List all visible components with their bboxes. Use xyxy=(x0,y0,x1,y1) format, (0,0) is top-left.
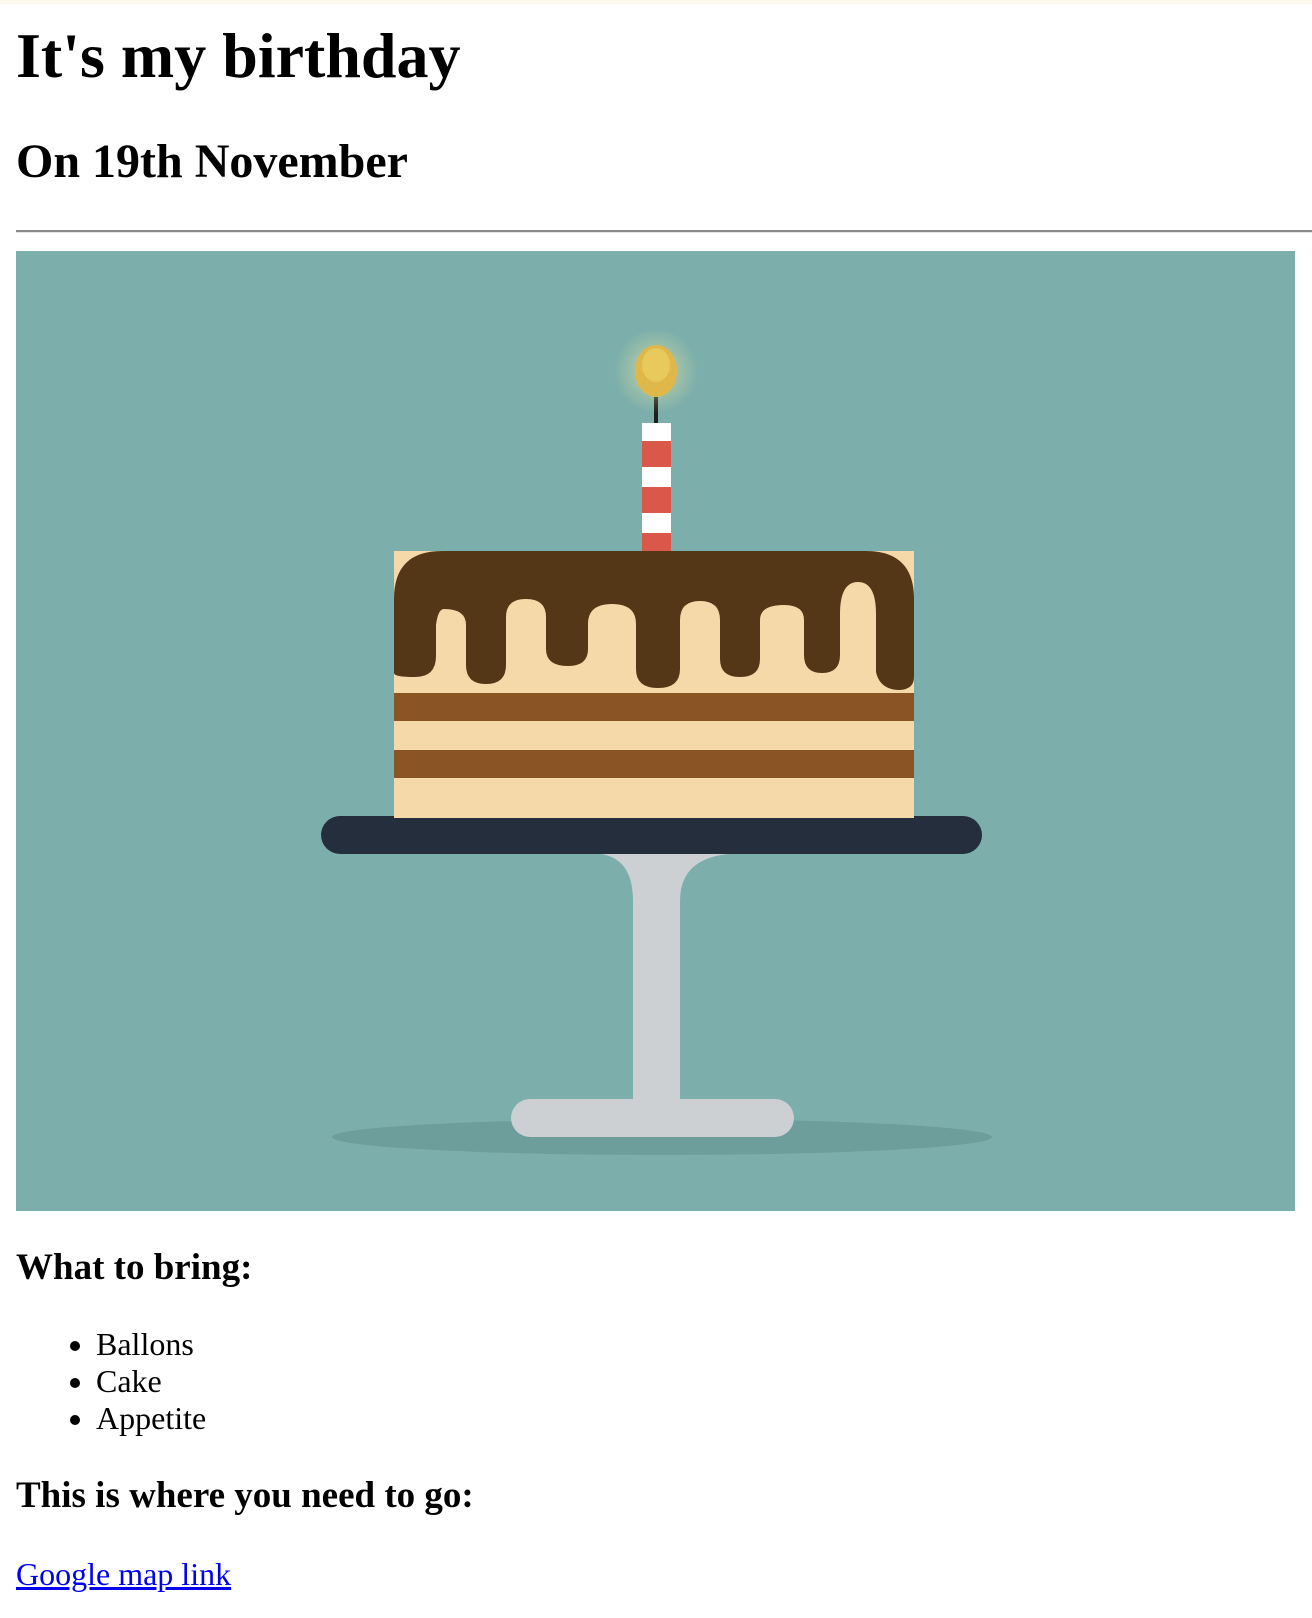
top-edge-strip xyxy=(0,0,1312,4)
cake-plate xyxy=(321,816,982,854)
cake-layer-stripe xyxy=(394,750,914,778)
birthday-cake-image xyxy=(16,251,1295,1211)
event-date-heading: On 19th November xyxy=(16,135,408,188)
bring-list: Ballons Cake Appetite xyxy=(16,1326,206,1437)
list-item: Ballons xyxy=(96,1326,206,1363)
google-map-link[interactable]: Google map link xyxy=(16,1555,231,1593)
candle-stripe xyxy=(642,487,671,513)
candle-stripe xyxy=(642,533,671,551)
candle-stripe xyxy=(642,441,671,467)
candle-flame-core xyxy=(642,348,670,382)
cake-layer-stripe xyxy=(394,693,914,721)
list-item: Appetite xyxy=(96,1400,206,1437)
horizontal-rule xyxy=(16,230,1312,233)
what-to-bring-heading: What to bring: xyxy=(16,1247,253,1288)
location-heading: This is where you need to go: xyxy=(16,1475,474,1516)
list-item: Cake xyxy=(96,1363,206,1400)
page-title: It's my birthday xyxy=(16,20,461,91)
stand-base xyxy=(511,1099,794,1137)
